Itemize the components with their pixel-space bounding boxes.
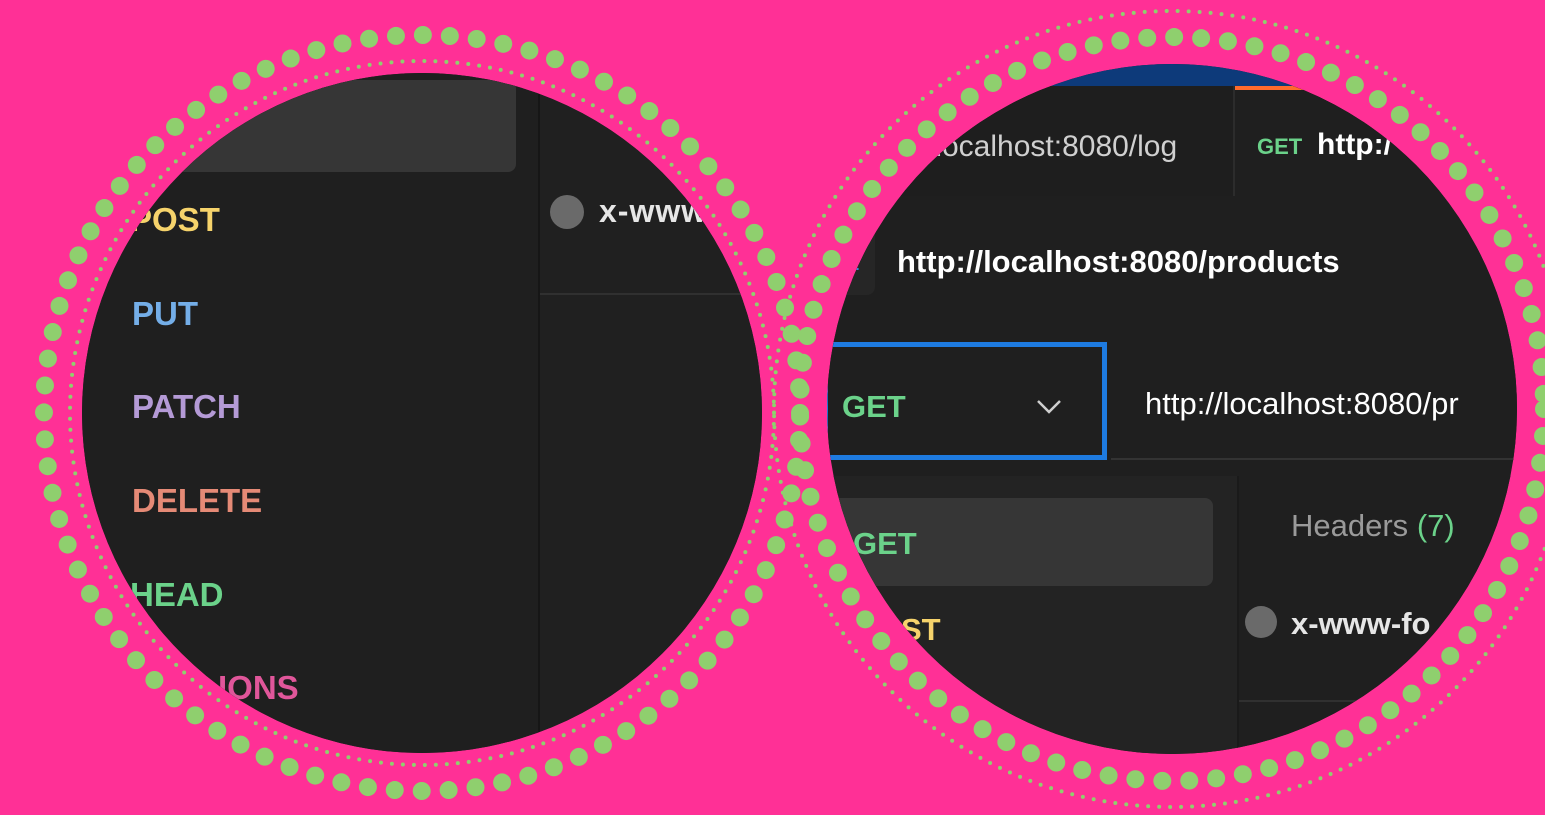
url-input-value: http://localhost:8080/pr: [1145, 386, 1459, 421]
window-top-strip: [827, 64, 1517, 86]
right-pane: [540, 73, 762, 753]
request-title[interactable]: http://localhost:8080/products: [897, 244, 1340, 280]
tab-inactive-label: /localhost:8080/log: [927, 130, 1178, 163]
dropdown-item-get[interactable]: GET: [853, 526, 917, 562]
collection-icon-fragment: 2: [843, 241, 859, 272]
screenshot-stage: POST PUT PATCH DELETE HEAD IONS x-www /l…: [0, 0, 1545, 815]
left-zoom-lens: POST PUT PATCH DELETE HEAD IONS x-www: [82, 73, 762, 753]
menu-item-options[interactable]: IONS: [218, 669, 299, 707]
menu-item-put[interactable]: PUT: [132, 295, 198, 333]
body-type-option[interactable]: x-www-fo: [1291, 606, 1431, 642]
url-input[interactable]: http://localhost:8080/pr: [1111, 346, 1517, 460]
body-type-option[interactable]: x-www: [599, 193, 707, 230]
dropdown-item-post[interactable]: ST: [901, 612, 941, 648]
tab-active[interactable]: GET http:/: [1235, 86, 1517, 200]
chevron-down-icon: [1037, 400, 1061, 414]
pane-separator: [540, 293, 762, 295]
radio-icon[interactable]: [550, 195, 584, 229]
right-zoom-lens: /localhost:8080/log GET http:/ 2 http://…: [827, 64, 1517, 754]
radio-icon[interactable]: [1245, 606, 1277, 638]
tab-headers[interactable]: Headers (7): [1291, 508, 1455, 544]
options-separator: [1239, 700, 1517, 702]
method-select[interactable]: GET: [827, 342, 1107, 460]
menu-hover-highlight: [82, 80, 516, 172]
tab-headers-count: (7): [1416, 508, 1455, 543]
tab-headers-label: Headers: [1291, 508, 1409, 543]
tab-inactive[interactable]: /localhost:8080/log: [827, 86, 1235, 196]
collection-icon[interactable]: 2: [827, 219, 875, 295]
menu-item-head[interactable]: HEAD: [130, 576, 224, 614]
method-select-value: GET: [842, 389, 906, 424]
tab-active-label: http:/: [1317, 128, 1392, 161]
menu-item-delete[interactable]: DELETE: [132, 482, 262, 520]
menu-item-post[interactable]: POST: [130, 201, 220, 239]
menu-item-patch[interactable]: PATCH: [132, 388, 241, 426]
tab-active-method: GET: [1257, 134, 1303, 159]
